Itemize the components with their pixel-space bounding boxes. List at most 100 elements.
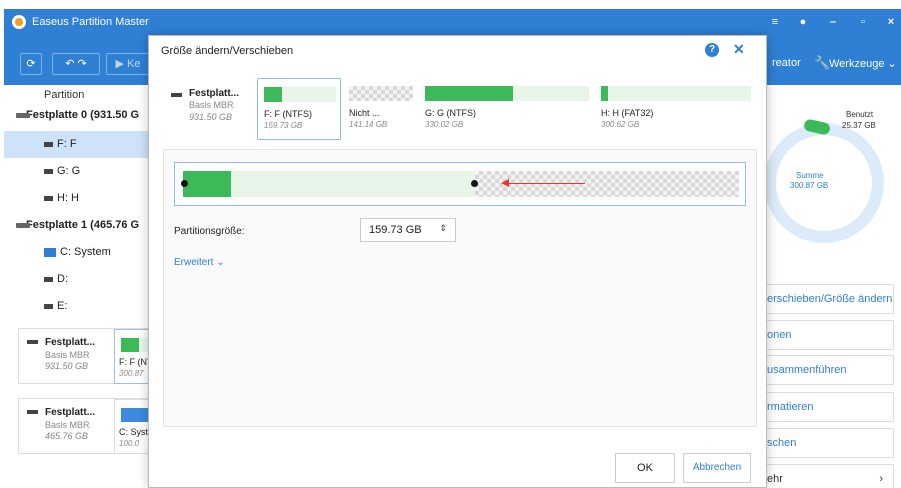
right-panel: Benutzt 25.37 GB Summe 300.87 GB erschie… <box>754 85 901 488</box>
tree-disk-1[interactable]: Festplatte 1 (465.76 G <box>4 212 154 239</box>
tree-item-label: H: H <box>57 192 79 204</box>
action-delete[interactable]: schen <box>764 428 894 458</box>
disk-card-0[interactable]: Festplatt... Basis MBR 931.50 GB F: F (N… <box>18 328 154 384</box>
partition-used-fill <box>183 171 231 197</box>
used-label: Benutzt <box>846 110 874 119</box>
execute-label: Ke <box>127 58 141 70</box>
action-label: usammenführen <box>767 364 847 376</box>
action-resize-move[interactable]: erschieben/Größe ändern <box>764 284 894 314</box>
tree-disk-0[interactable]: Festplatte 0 (931.50 G <box>4 102 154 129</box>
tree-item-h[interactable]: H: H <box>4 185 154 212</box>
wrench-icon: 🔧 <box>814 55 831 70</box>
drag-arrow-icon <box>507 183 585 184</box>
disk-card-name: Festplatt... <box>45 337 96 348</box>
disk-card-type: Basis MBR <box>45 350 90 360</box>
title-bar: Easeus Partition Master ≡ ● – ▫ × <box>4 9 901 35</box>
disk-card-1[interactable]: Festplatt... Basis MBR 465.76 GB C: Syst… <box>18 398 154 454</box>
disk-card-size: 465.76 GB <box>45 431 89 441</box>
menu-icon[interactable]: ≡ <box>766 13 784 31</box>
action-more[interactable]: ehr › <box>764 464 894 488</box>
disk-icon <box>27 340 38 344</box>
cancel-button[interactable]: Abbrechen <box>683 453 751 483</box>
tree-item-g[interactable]: G: G <box>4 158 154 185</box>
partition-used-fill <box>121 338 139 352</box>
redo-icon: ↷ <box>77 58 87 70</box>
partition-size-stepper[interactable]: 159.73 GB ⇕ <box>360 218 456 242</box>
ok-button[interactable]: OK <box>615 453 675 483</box>
undo-icon: ↶ <box>65 58 75 70</box>
close-icon[interactable]: ✕ <box>733 41 745 58</box>
drive-icon <box>44 168 53 174</box>
drive-icon <box>44 141 53 147</box>
disk-map-partition-g[interactable]: G: G (NTFS) 330.02 GB <box>419 78 595 140</box>
disk-map-partition-unallocated[interactable]: Nicht ... 141.14 GB <box>343 78 419 140</box>
disk-card-size: 931.50 GB <box>45 361 89 371</box>
help-icon[interactable]: ? <box>705 43 719 57</box>
drive-icon <box>44 276 53 282</box>
partition-used-fill <box>264 87 282 102</box>
tree-item-label: E: <box>57 300 68 312</box>
toolbar-creator-label[interactable]: reator <box>772 57 801 69</box>
action-label: schen <box>767 437 797 449</box>
advanced-toggle[interactable]: Erweitert ⌄ <box>174 257 225 268</box>
tree-header: Partition <box>44 89 85 101</box>
partition-tree: Partition Festplatte 0 (931.50 G F: F G:… <box>4 85 154 325</box>
partition-size-value: 159.73 GB <box>369 224 422 236</box>
windows-icon <box>44 247 56 257</box>
disk-name: Festplatt... <box>189 88 240 99</box>
disk-map-partition-h[interactable]: H: H (FAT32) 300.62 GB <box>595 78 759 140</box>
action-merge[interactable]: usammenführen <box>764 355 894 385</box>
disk-map-partition-f[interactable]: F: F (NTFS) 159.73 GB <box>257 78 341 140</box>
action-clone[interactable]: onen <box>764 320 894 350</box>
action-format[interactable]: rmatieren <box>764 392 894 422</box>
partition-label: Nicht ... <box>349 108 380 118</box>
tools-menu[interactable]: Werkzeuge ⌄ <box>829 57 897 70</box>
resize-move-dialog: Größe ändern/Verschieben ? ✕ Festplatt..… <box>148 35 767 488</box>
tree-item-label: D: <box>57 273 68 285</box>
left-resize-handle[interactable] <box>181 180 188 187</box>
disk-card-type: Basis MBR <box>45 420 90 430</box>
maximize-icon[interactable]: ▫ <box>854 13 872 31</box>
action-label: rmatieren <box>767 401 814 413</box>
disk-icon <box>27 410 38 414</box>
partition-bar <box>349 86 413 101</box>
disk-icon <box>16 223 30 228</box>
partition-size: 159.73 GB <box>264 121 303 130</box>
tree-item-label: C: System <box>60 246 111 258</box>
execute-button[interactable]: ▶ Ke <box>106 53 150 75</box>
chevron-right-icon: › <box>879 473 883 485</box>
close-window-icon[interactable]: × <box>882 13 900 31</box>
undo-redo-button[interactable]: ↶ ↷ <box>52 53 100 75</box>
partition-bar <box>601 86 751 101</box>
tree-item-label: G: G <box>57 165 81 177</box>
help-icon[interactable]: ● <box>794 13 812 31</box>
action-label: onen <box>767 329 792 341</box>
tree-item-e[interactable]: E: <box>4 293 154 320</box>
right-resize-handle[interactable] <box>471 180 478 187</box>
disk-icon <box>171 93 182 97</box>
partition-size: 330.02 GB <box>425 120 464 129</box>
arrow-head-icon <box>501 179 509 187</box>
action-label: ehr <box>767 473 783 485</box>
dialog-title: Größe ändern/Verschieben <box>161 45 294 57</box>
tree-item-c[interactable]: C: System <box>4 239 154 266</box>
tree-item-d[interactable]: D: <box>4 266 154 293</box>
drive-icon <box>44 303 53 309</box>
partition-size: 300.62 GB <box>601 120 640 129</box>
disk-type: Basis MBR <box>189 100 234 110</box>
tree-disk-0-label: Festplatte 0 (931.50 G <box>26 109 140 121</box>
partition-label: H: H (FAT32) <box>601 108 654 118</box>
sum-value: 300.87 GB <box>790 181 829 190</box>
resize-content: Partitionsgröße: 159.73 GB ⇕ Erweitert ⌄ <box>163 149 757 427</box>
minimize-icon[interactable]: – <box>824 13 842 31</box>
partition-size-label: Partitionsgröße: <box>174 226 245 237</box>
disk-icon <box>16 113 30 118</box>
tree-item-f[interactable]: F: F <box>4 131 154 158</box>
spinner-icon[interactable]: ⇕ <box>439 223 447 234</box>
resize-slider[interactable] <box>174 162 746 206</box>
disk-map: Festplatt... Basis MBR 931.50 GB F: F (N… <box>163 78 759 140</box>
play-icon: ▶ <box>115 58 124 70</box>
disk-map-disk: Festplatt... Basis MBR 931.50 GB <box>163 78 255 140</box>
refresh-button[interactable]: ⟳ <box>20 53 42 75</box>
partition-label: G: G (NTFS) <box>425 108 476 118</box>
